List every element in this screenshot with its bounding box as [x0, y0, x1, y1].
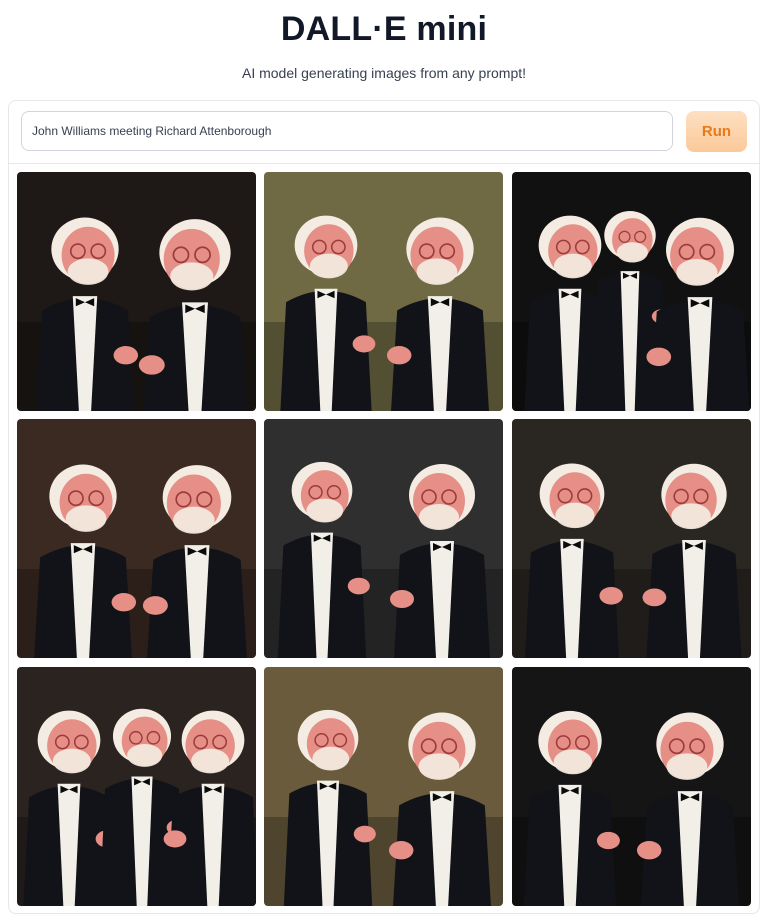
page-title: DALL·E mini [280, 10, 488, 48]
generated-image-8[interactable] [264, 667, 503, 906]
generated-image-9[interactable] [512, 667, 751, 906]
photo-illustration [512, 172, 751, 411]
photo-illustration [17, 667, 256, 906]
photo-illustration [512, 419, 751, 658]
generated-image-2[interactable] [264, 172, 503, 411]
photo-illustration [264, 667, 503, 906]
panel-divider [9, 163, 759, 164]
image-gallery [17, 172, 751, 906]
photo-illustration [17, 172, 256, 411]
generated-image-3[interactable] [512, 172, 751, 411]
generated-image-7[interactable] [17, 667, 256, 906]
page-subtitle: AI model generating images from any prom… [241, 65, 527, 81]
run-button[interactable]: Run [686, 111, 747, 152]
generated-image-4[interactable] [17, 419, 256, 658]
dalle-mini-app: DALL·E mini AI model generating images f… [0, 0, 768, 924]
photo-illustration [264, 419, 503, 658]
photo-illustration [264, 172, 503, 411]
generated-image-6[interactable] [512, 419, 751, 658]
photo-illustration [17, 419, 256, 658]
photo-illustration [512, 667, 751, 906]
generated-image-5[interactable] [264, 419, 503, 658]
generated-image-1[interactable] [17, 172, 256, 411]
prompt-input[interactable] [21, 111, 673, 151]
